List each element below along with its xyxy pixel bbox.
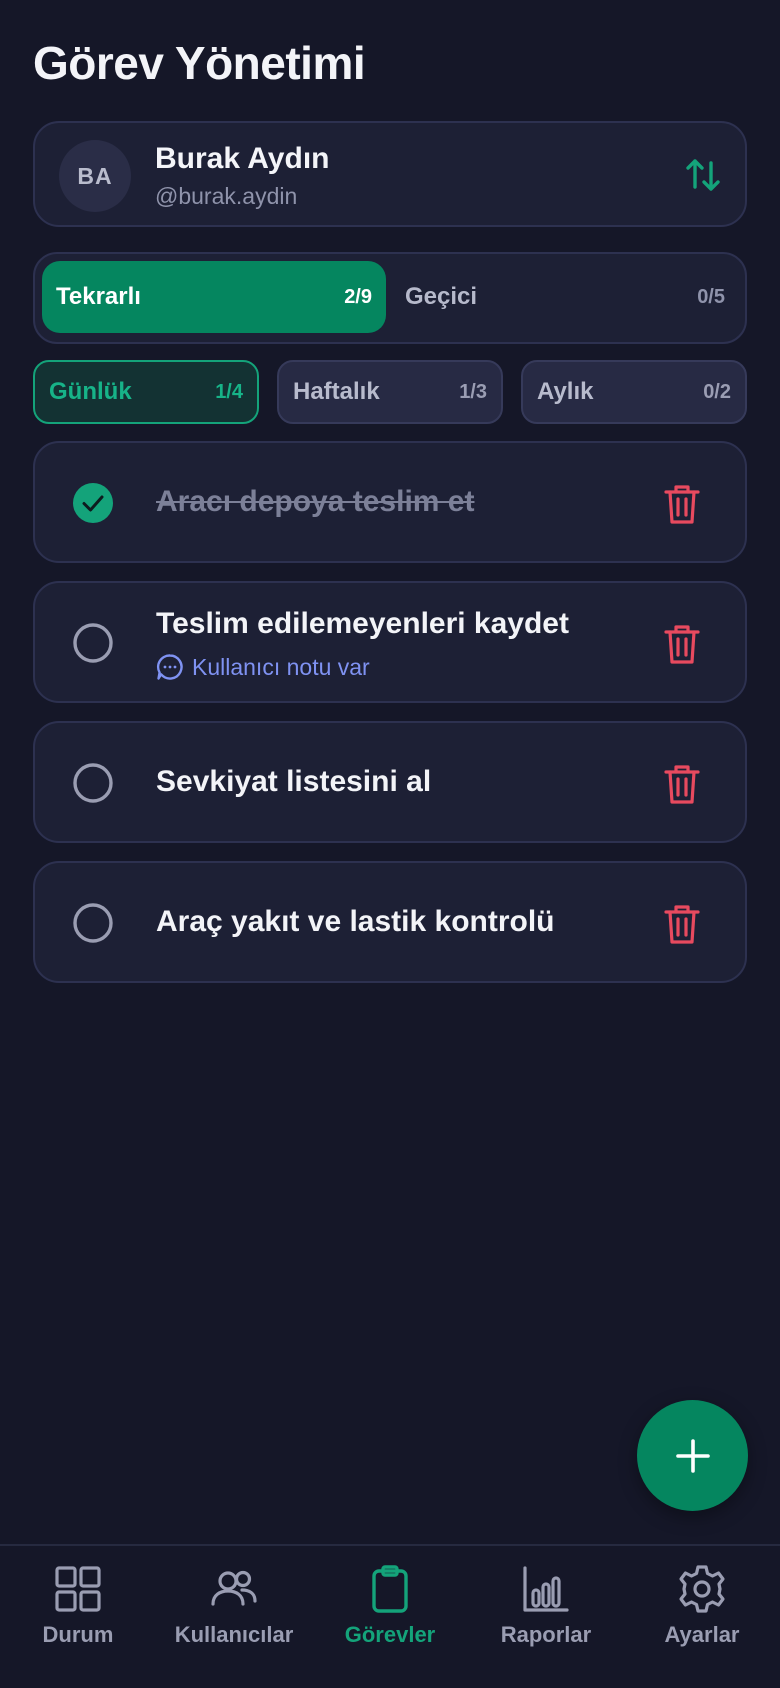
- segment-count: 0/5: [697, 285, 725, 308]
- task-checkbox[interactable]: [73, 763, 113, 803]
- chip-label: Günlük: [49, 378, 132, 405]
- segment-count: 2/9: [344, 285, 372, 308]
- sort-arrows-icon: [686, 159, 720, 191]
- nav-item-gorevler[interactable]: Görevler: [312, 1564, 468, 1664]
- avatar: BA: [59, 140, 131, 212]
- segment-label: Geçici: [405, 283, 478, 310]
- gear-icon: [679, 1565, 725, 1613]
- empty-circle-icon: [73, 903, 113, 943]
- period-chip-monthly[interactable]: Aylık 0/2: [521, 360, 747, 424]
- chat-bubble-icon: [156, 654, 183, 680]
- bar-chart-icon: [523, 1566, 569, 1612]
- task-item[interactable]: Aracı depoya teslim et: [33, 441, 747, 563]
- chip-label: Haftalık: [293, 378, 380, 405]
- trash-icon: [664, 765, 700, 804]
- nav-label: Kullanıcılar: [174, 1622, 294, 1647]
- page-title: Görev Yönetimi: [33, 37, 366, 89]
- nav-item-durum[interactable]: Durum: [0, 1564, 156, 1664]
- chip-label: Aylık: [537, 378, 594, 405]
- task-title: Araç yakıt ve lastik kontrolü: [156, 905, 555, 938]
- empty-circle-icon: [73, 763, 113, 803]
- task-checkbox-checked[interactable]: [73, 483, 113, 523]
- nav-label: Raporlar: [500, 1622, 592, 1647]
- users-icon: [211, 1570, 257, 1606]
- check-circle-icon: [73, 483, 113, 523]
- profile-handle: @burak.aydin: [155, 183, 298, 209]
- bottom-navigation: Durum Kullanıcılar Görevler Raporlar Aya…: [0, 1544, 780, 1688]
- task-item[interactable]: Araç yakıt ve lastik kontrolü: [33, 861, 747, 983]
- chip-count: 0/2: [703, 380, 731, 403]
- nav-item-kullanicilar[interactable]: Kullanıcılar: [156, 1564, 312, 1664]
- task-management-screen: Görev Yönetimi BA Burak Aydın @burak.ayd…: [0, 0, 780, 1688]
- add-task-button[interactable]: [637, 1400, 748, 1511]
- task-checkbox[interactable]: [73, 623, 113, 663]
- period-chip-daily[interactable]: Günlük 1/4: [33, 360, 259, 424]
- nav-label: Durum: [42, 1622, 114, 1647]
- delete-task-button[interactable]: [663, 903, 701, 945]
- task-item[interactable]: Sevkiyat listesini al: [33, 721, 747, 843]
- grid-icon: [55, 1566, 101, 1612]
- profile-card[interactable]: BA Burak Aydın @burak.aydin: [33, 121, 747, 227]
- delete-task-button[interactable]: [663, 763, 701, 805]
- nav-item-raporlar[interactable]: Raporlar: [468, 1564, 624, 1664]
- empty-circle-icon: [73, 623, 113, 663]
- trash-icon: [664, 905, 700, 944]
- clipboard-icon: [372, 1565, 408, 1613]
- switch-user-button[interactable]: [681, 153, 725, 197]
- segment-temporary[interactable]: Geçici 0/5: [391, 261, 739, 333]
- trash-icon: [664, 625, 700, 664]
- task-title: Sevkiyat listesini al: [156, 765, 432, 798]
- task-title: Teslim edilemeyenleri kaydet: [156, 607, 569, 640]
- nav-item-ayarlar[interactable]: Ayarlar: [624, 1564, 780, 1664]
- period-chip-weekly[interactable]: Haftalık 1/3: [277, 360, 503, 424]
- segment-label: Tekrarlı: [56, 283, 141, 310]
- segment-recurring[interactable]: Tekrarlı 2/9: [42, 261, 386, 333]
- plus-icon: [675, 1438, 710, 1473]
- task-checkbox[interactable]: [73, 903, 113, 943]
- task-note-indicator[interactable]: Kullanıcı notu var: [156, 653, 370, 681]
- task-title: Aracı depoya teslim et: [156, 485, 475, 518]
- delete-task-button[interactable]: [663, 483, 701, 525]
- trash-icon: [664, 485, 700, 524]
- task-type-segment: Tekrarlı 2/9 Geçici 0/5: [33, 252, 747, 344]
- task-note-text: Kullanıcı notu var: [192, 653, 370, 680]
- profile-name: Burak Aydın: [155, 142, 330, 175]
- nav-label: Ayarlar: [664, 1622, 740, 1647]
- delete-task-button[interactable]: [663, 623, 701, 665]
- chip-count: 1/4: [215, 380, 243, 403]
- task-item[interactable]: Teslim edilemeyenleri kaydet Kullanıcı n…: [33, 581, 747, 703]
- nav-label: Görevler: [344, 1622, 436, 1647]
- chip-count: 1/3: [459, 380, 487, 403]
